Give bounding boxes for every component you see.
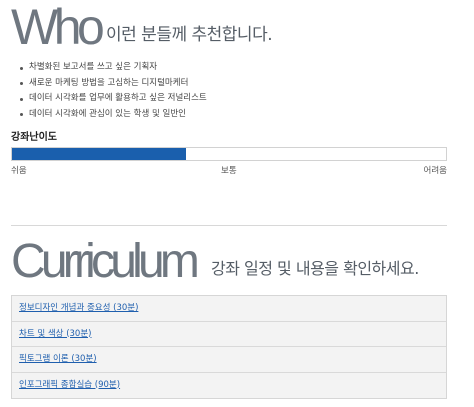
difficulty-title: 강좌난이도 <box>11 132 57 143</box>
who-section-header: Who 이런 분들께 추천합니다. <box>11 2 466 52</box>
curriculum-section-header: Curriculum 강좌 일정 및 내용을 확인하세요. <box>11 238 466 288</box>
curriculum-link[interactable]: 인포그래픽 종합실습 (90분) <box>19 380 120 390</box>
curriculum-row: 차트 및 색상 (30분) <box>12 322 446 347</box>
audience-text: 차별화된 보고서를 쓰고 싶은 기획자 <box>29 62 158 72</box>
curriculum-row: 픽토그램 이론 (30분) <box>12 347 446 373</box>
difficulty-label-easy: 쉬움 <box>11 166 27 176</box>
difficulty-label-hard: 어려움 <box>423 166 447 176</box>
audience-text: 데이터 시각화에 관심이 있는 학생 및 일반인 <box>29 108 186 119</box>
audience-text: 데이터 시각화를 업무에 활용하고 싶은 저널리스트 <box>29 93 207 103</box>
list-item: 새로운 마케팅 방법을 고심하는 디지털마케터 <box>19 76 207 92</box>
who-heading: Who <box>11 0 105 55</box>
curriculum-list: 정보디자인 개념과 중요성 (30분) 차트 및 색상 (30분) 픽토그램 이… <box>11 295 447 399</box>
curriculum-link[interactable]: 정보디자인 개념과 중요성 (30분) <box>19 303 138 313</box>
curriculum-heading: Curriculum <box>11 235 200 288</box>
difficulty-bar-fill <box>12 148 186 160</box>
curriculum-link[interactable]: 픽토그램 이론 (30분) <box>19 354 97 364</box>
list-item: 데이터 시각화에 관심이 있는 학생 및 일반인 <box>19 107 207 123</box>
section-divider <box>11 225 447 226</box>
curriculum-subtitle: 강좌 일정 및 내용을 확인하세요. <box>211 259 419 278</box>
list-item: 차별화된 보고서를 쓰고 싶은 기획자 <box>19 60 207 76</box>
bullet-icon <box>20 97 23 101</box>
target-audience-list: 차별화된 보고서를 쓰고 싶은 기획자 새로운 마케팅 방법을 고심하는 디지털… <box>19 60 207 122</box>
who-subtitle: 이런 분들께 추천합니다. <box>106 25 273 45</box>
difficulty-label-medium: 보통 <box>221 166 237 176</box>
bullet-icon <box>20 113 23 116</box>
curriculum-link[interactable]: 차트 및 색상 (30분) <box>19 329 91 339</box>
bullet-icon <box>20 82 23 85</box>
list-item: 데이터 시각화를 업무에 활용하고 싶은 저널리스트 <box>19 91 207 107</box>
bullet-icon <box>20 66 23 70</box>
difficulty-bar <box>11 147 447 161</box>
curriculum-row: 정보디자인 개념과 중요성 (30분) <box>12 296 446 322</box>
curriculum-row: 인포그래픽 종합실습 (90분) <box>12 373 446 399</box>
audience-text: 새로운 마케팅 방법을 고심하는 디지털마케터 <box>29 77 189 88</box>
